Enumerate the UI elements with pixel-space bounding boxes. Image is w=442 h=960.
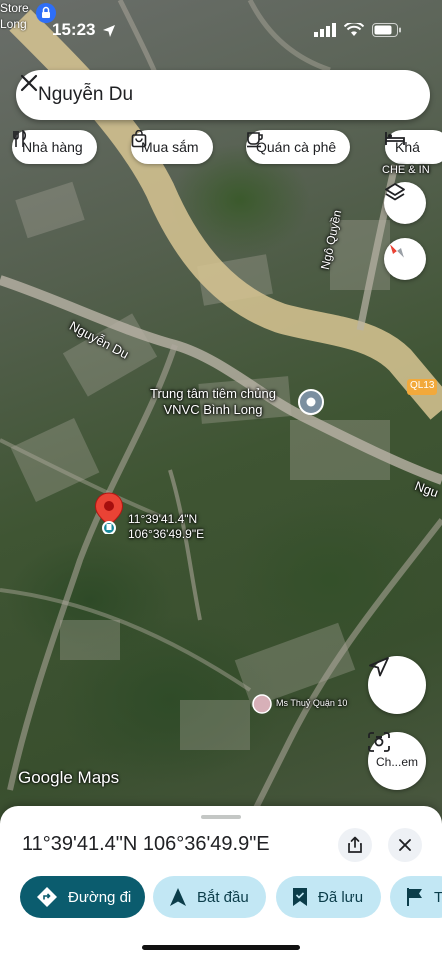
close-icon: [399, 839, 411, 851]
my-location-icon: [369, 657, 389, 677]
map-label-che: CHE & IN: [382, 164, 430, 176]
search-bar[interactable]: Nguyễn Du: [16, 70, 430, 120]
bed-icon: [385, 132, 405, 145]
search-with-camera-label: Ch...em: [375, 755, 418, 769]
coffee-icon: [247, 132, 263, 148]
battery-icon: [372, 23, 401, 37]
place-marker-icon[interactable]: [252, 694, 272, 714]
share-button[interactable]: [338, 828, 372, 862]
layers-icon: [385, 183, 405, 201]
chip-coffee[interactable]: Quán cà phê: [246, 130, 351, 164]
poi-marker-icon[interactable]: [298, 389, 324, 415]
flag-icon: [407, 888, 422, 906]
share-icon: [348, 836, 362, 853]
compass-icon: [389, 243, 405, 259]
my-location-button[interactable]: [368, 656, 426, 714]
chip-hotels[interactable]: Khá: [385, 130, 442, 164]
pin-coordinates-label: 11°39'41.4"N 106°36'49.9"E: [128, 512, 205, 541]
restaurant-icon: [13, 130, 27, 147]
layers-button[interactable]: [384, 182, 426, 224]
google-maps-logo: Google Maps: [18, 768, 120, 787]
navigation-arrow-icon: [170, 888, 186, 906]
saved-button[interactable]: Đã lưu: [276, 876, 381, 918]
place-bottom-sheet[interactable]: 11°39'41.4"N 106°36'49.9"E Đường đi Bắt …: [0, 806, 442, 960]
shopping-bag-icon: [131, 130, 147, 148]
search-with-camera-button[interactable]: Ch...em: [368, 732, 426, 790]
map-view[interactable]: Store Long 15:23 Nguyễn Du Nhà hàng Mua …: [0, 0, 442, 820]
compass-button[interactable]: [384, 238, 426, 280]
place-title: 11°39'41.4"N 106°36'49.9"E: [22, 833, 270, 855]
search-input[interactable]: Nguyễn Du: [38, 84, 133, 106]
close-icon[interactable]: [16, 70, 42, 96]
poi-label-vnvc[interactable]: Trung tâm tiêm chủng VNVC Bình Long: [150, 386, 276, 418]
road-label-ql13: QL13: [410, 380, 435, 391]
close-sheet-button[interactable]: [388, 828, 422, 862]
bookmark-icon: [293, 888, 307, 906]
label-button[interactable]: T: [390, 876, 442, 918]
chip-shopping[interactable]: Mua sắm: [131, 130, 213, 164]
signal-icon: [314, 23, 336, 37]
wifi-icon: [344, 23, 364, 36]
category-chips: Nhà hàng Mua sắm Quán cà phê Khá: [12, 130, 442, 166]
sheet-drag-handle[interactable]: [201, 815, 241, 819]
camera-search-icon: [368, 732, 390, 752]
location-arrow-icon: [103, 25, 115, 37]
chip-restaurants[interactable]: Nhà hàng: [12, 130, 97, 164]
start-navigation-button[interactable]: Bắt đầu: [153, 876, 266, 918]
home-indicator[interactable]: [142, 945, 300, 950]
directions-button[interactable]: Đường đi: [20, 876, 145, 918]
back-to-app-label[interactable]: Store Long: [0, 0, 29, 32]
directions-icon: [37, 887, 57, 907]
dropped-pin-icon[interactable]: [94, 492, 124, 534]
status-time: 15:23: [52, 20, 96, 39]
place-label-small: Ms Thuỷ Quận 10: [276, 698, 348, 708]
